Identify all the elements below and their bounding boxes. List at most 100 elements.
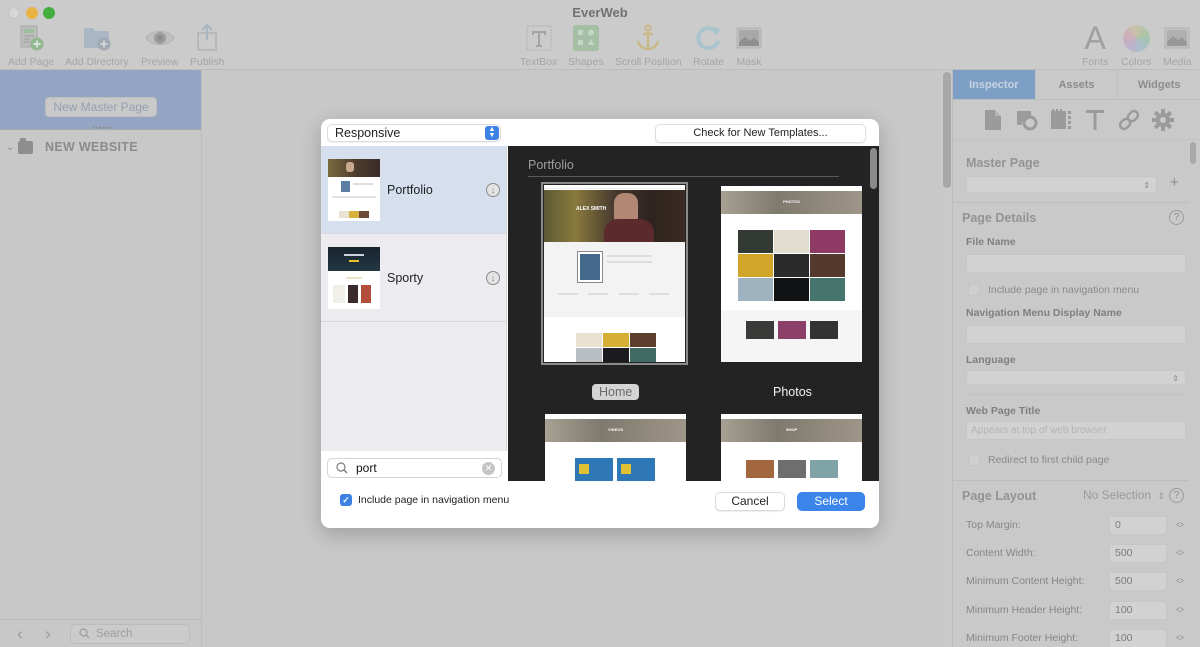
preview-scrollbar[interactable] (870, 148, 877, 189)
link-icon[interactable] (1117, 108, 1141, 132)
download-icon[interactable]: ↓ (486, 271, 500, 285)
sporty-thumbnail (328, 246, 380, 309)
template-search-value: port (356, 461, 377, 475)
inspector-panel: Inspector Assets Widgets Master Page ⇕ +… (952, 70, 1200, 647)
canvas-scrollbar[interactable] (943, 72, 951, 188)
chevron-down-icon[interactable]: ⌄ (6, 142, 18, 153)
stepper-icon[interactable]: ︿ ﹀ (1173, 574, 1187, 589)
redirect-checkbox[interactable] (968, 454, 980, 466)
shapes-button[interactable]: Shapes (568, 22, 604, 68)
include-nav-checkbox[interactable] (968, 284, 980, 296)
file-name-input[interactable] (966, 254, 1186, 273)
add-page-icon (8, 22, 54, 54)
scroll-position-label: Scroll Position (615, 56, 682, 68)
stepper-icon[interactable]: ︿ ﹀ (1173, 546, 1187, 561)
divider (953, 202, 1189, 203)
master-page-title: Master Page (966, 156, 1040, 170)
min-footer-height-input[interactable]: 100 (1109, 628, 1167, 647)
fonts-button[interactable]: A Fonts (1082, 20, 1109, 69)
redirect-checkbox-row[interactable]: Redirect to first child page (968, 454, 1109, 466)
mask-button[interactable]: Mask (735, 22, 763, 68)
min-header-height-input[interactable]: 100 (1109, 600, 1167, 620)
web-page-title-label: Web Page Title (966, 405, 1041, 417)
include-nav-checkbox[interactable]: ✓ (340, 494, 352, 506)
web-page-title-input[interactable]: Appears at top of web browser (966, 421, 1186, 440)
tab-inspector[interactable]: Inspector (953, 70, 1036, 99)
check-new-templates-button[interactable]: Check for New Templates... (655, 124, 866, 143)
film-icon[interactable] (1049, 108, 1073, 132)
forward-arrow-icon[interactable]: › (40, 624, 56, 644)
template-item-portfolio[interactable]: Portfolio ↓ (321, 146, 506, 234)
gear-icon[interactable] (1151, 108, 1175, 132)
layout-label: Top Margin: (966, 519, 1021, 531)
top-margin-input[interactable]: 0 (1109, 515, 1167, 535)
publish-button[interactable]: Publish (190, 22, 224, 68)
help-icon[interactable]: ? (1169, 210, 1184, 225)
master-page-select[interactable]: ⇕ (966, 176, 1157, 193)
stepper-icon[interactable]: ︿ ﹀ (1173, 631, 1187, 646)
videos-banner-text: VIDEOS (607, 427, 624, 432)
template-name: Portfolio (387, 182, 433, 197)
text-icon[interactable] (1083, 108, 1107, 132)
stepper-icon[interactable]: ︿ ﹀ (1173, 603, 1187, 618)
color-wheel-icon (1121, 22, 1151, 54)
sidebar-search-input[interactable]: Search (70, 623, 190, 644)
home-banner-text: ALEX SMITH (576, 206, 607, 212)
include-nav-label: Include page in navigation menu (358, 494, 510, 506)
add-master-page-button[interactable]: + (1170, 174, 1179, 191)
page-label-home[interactable]: Home (592, 384, 640, 400)
preview-title: Portfolio (528, 158, 574, 172)
shapes-label: Shapes (568, 56, 604, 68)
page-card-shop[interactable]: SHOP (721, 414, 862, 481)
stepper-icon[interactable]: ︿ ﹀ (1173, 518, 1187, 533)
share-icon (190, 22, 224, 54)
resize-grip[interactable]: •••••• (92, 125, 113, 132)
template-category-select[interactable]: Responsive ▲ ▼ (327, 124, 501, 142)
clear-search-icon[interactable]: ✕ (482, 462, 495, 475)
download-icon[interactable]: ↓ (486, 183, 500, 197)
language-select[interactable]: ⇕ (966, 370, 1186, 385)
inspector-scrollbar[interactable] (1190, 142, 1196, 164)
nav-display-name-input[interactable] (966, 325, 1186, 344)
cancel-button[interactable]: Cancel (715, 492, 785, 511)
site-sidebar: New Master Page •••••• ⌄ NEW WEBSITE ‹ ›… (0, 70, 202, 647)
layout-row-min-content-height: Minimum Content Height: 500 ︿ ﹀ (966, 571, 1191, 591)
page-card-photos[interactable]: PHOTOS (721, 186, 862, 362)
min-content-height-input[interactable]: 500 (1109, 571, 1167, 591)
back-arrow-icon[interactable]: ‹ (12, 624, 28, 644)
textbox-button[interactable]: TextBox (520, 22, 557, 68)
tab-widgets[interactable]: Widgets (1118, 70, 1200, 99)
add-page-button[interactable]: Add Page (8, 22, 54, 68)
new-master-page-button[interactable]: New Master Page (45, 97, 157, 117)
layout-label: Content Width: (966, 547, 1036, 559)
template-list: Portfolio ↓ Sporty ↓ (321, 146, 507, 451)
include-nav-checkbox-row[interactable]: Include page in navigation menu (968, 284, 1139, 296)
colors-button[interactable]: Colors (1121, 22, 1151, 68)
template-preview-pane: Portfolio ALEX SMITH Home PHOTOS Photos … (508, 146, 879, 481)
rotate-button[interactable]: Rotate (693, 22, 724, 68)
page-layout-selection[interactable]: No Selection ⇕ (1083, 488, 1165, 502)
page-icon[interactable] (981, 108, 1005, 132)
scroll-position-button[interactable]: Scroll Position (615, 22, 682, 68)
page-card-videos[interactable]: VIDEOS (545, 414, 686, 481)
add-directory-button[interactable]: Add Directory (65, 22, 129, 68)
fonts-label: Fonts (1082, 56, 1109, 68)
page-card-home[interactable]: ALEX SMITH (541, 182, 688, 365)
preview-button[interactable]: Preview (141, 22, 178, 68)
select-stepper-icon: ⇕ (1143, 181, 1150, 190)
page-label-photos[interactable]: Photos (773, 385, 812, 399)
site-tree-item[interactable]: ⌄ NEW WEBSITE (0, 130, 201, 164)
template-search-input[interactable]: port ✕ (327, 458, 502, 478)
template-category-value: Responsive (335, 126, 401, 140)
template-item-sporty[interactable]: Sporty ↓ (321, 234, 506, 322)
select-button[interactable]: Select (797, 492, 865, 511)
media-button[interactable]: Media (1163, 22, 1192, 68)
tab-assets[interactable]: Assets (1036, 70, 1119, 99)
help-icon[interactable]: ? (1169, 488, 1184, 503)
shape-icon[interactable] (1015, 108, 1039, 132)
content-width-input[interactable]: 500 (1109, 543, 1167, 563)
media-icon (1163, 22, 1192, 54)
template-chooser-dialog: Responsive ▲ ▼ Check for New Templates...… (321, 119, 879, 528)
include-nav-row[interactable]: ✓ Include page in navigation menu (340, 494, 509, 506)
textbox-label: TextBox (520, 56, 558, 68)
